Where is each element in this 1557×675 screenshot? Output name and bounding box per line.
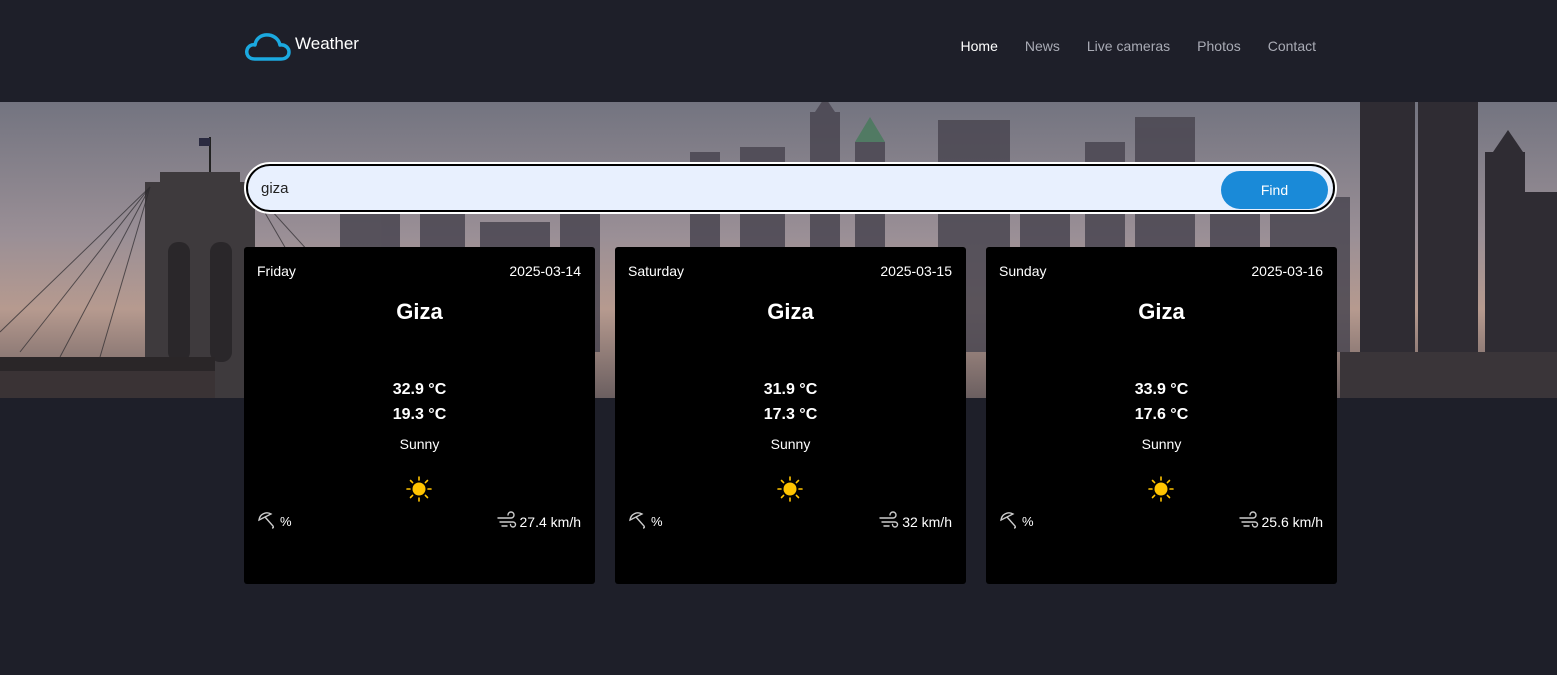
rain-chance: % bbox=[999, 511, 1034, 532]
forecast-date: 2025-03-16 bbox=[1251, 263, 1323, 279]
forecast-date: 2025-03-14 bbox=[509, 263, 581, 279]
sun-icon bbox=[1148, 476, 1174, 507]
rain-chance: % bbox=[628, 511, 663, 532]
search-input[interactable] bbox=[261, 166, 1211, 210]
rain-value: % bbox=[280, 514, 292, 529]
forecast-day: Sunday bbox=[999, 263, 1047, 279]
max-temperature: 32.9 °C bbox=[392, 381, 447, 398]
sun-icon bbox=[777, 476, 803, 507]
cloud-icon bbox=[244, 32, 291, 62]
max-temperature: 33.9 °C bbox=[1134, 381, 1189, 398]
min-temperature: 17.6 °C bbox=[1134, 406, 1189, 423]
forecast-day: Friday bbox=[257, 263, 296, 279]
find-button[interactable]: Find bbox=[1221, 171, 1328, 209]
forecast-city: Giza bbox=[1138, 299, 1185, 324]
nav-contact[interactable]: Contact bbox=[1268, 38, 1316, 54]
nav-photos[interactable]: Photos bbox=[1197, 38, 1241, 54]
umbrella-icon bbox=[628, 511, 648, 532]
search-field-container: Find bbox=[248, 166, 1333, 210]
sun-icon bbox=[406, 476, 432, 507]
weather-condition: Sunny bbox=[770, 436, 811, 452]
weather-condition: Sunny bbox=[399, 436, 440, 452]
umbrella-icon bbox=[999, 511, 1019, 532]
nav-live-cameras[interactable]: Live cameras bbox=[1087, 38, 1170, 54]
main-nav: Home News Live cameras Photos Contact bbox=[961, 38, 1316, 54]
forecast-card: Friday 2025-03-14 Giza 32.9 °C 19.3 °C S… bbox=[244, 247, 595, 584]
wind-speed: 27.4 km/h bbox=[496, 511, 581, 532]
wind-value: 27.4 km/h bbox=[519, 513, 581, 530]
forecast-day: Saturday bbox=[628, 263, 685, 279]
umbrella-icon bbox=[257, 511, 277, 532]
max-temperature: 31.9 °C bbox=[763, 381, 818, 398]
rain-value: % bbox=[1022, 514, 1034, 529]
wind-icon bbox=[496, 511, 517, 532]
min-temperature: 19.3 °C bbox=[392, 406, 447, 423]
forecast-card: Sunday 2025-03-16 Giza 33.9 °C 17.6 °C S… bbox=[986, 247, 1337, 584]
forecast-city: Giza bbox=[396, 299, 443, 324]
weather-condition: Sunny bbox=[1141, 436, 1182, 452]
logo[interactable]: Weather bbox=[244, 30, 359, 64]
wind-icon bbox=[1238, 511, 1259, 532]
rain-value: % bbox=[651, 514, 663, 529]
wind-value: 25.6 km/h bbox=[1261, 513, 1323, 530]
wind-icon bbox=[879, 511, 899, 532]
site-header: Weather Home News Live cameras Photos Co… bbox=[0, 0, 1557, 102]
rain-chance: % bbox=[257, 511, 292, 532]
forecast-city: Giza bbox=[767, 299, 814, 324]
brand-name: Weather bbox=[295, 34, 359, 53]
forecast-cards: Friday 2025-03-14 Giza 32.9 °C 19.3 °C S… bbox=[244, 247, 1337, 584]
forecast-date: 2025-03-15 bbox=[880, 263, 952, 279]
nav-news[interactable]: News bbox=[1025, 38, 1060, 54]
search-bar: Find bbox=[244, 162, 1337, 214]
forecast-card: Saturday 2025-03-15 Giza 31.9 °C 17.3 °C… bbox=[615, 247, 966, 584]
wind-speed: 25.6 km/h bbox=[1238, 511, 1323, 532]
min-temperature: 17.3 °C bbox=[763, 406, 818, 423]
wind-speed: 32 km/h bbox=[879, 511, 952, 532]
nav-home[interactable]: Home bbox=[961, 38, 998, 54]
wind-value: 32 km/h bbox=[902, 513, 952, 530]
